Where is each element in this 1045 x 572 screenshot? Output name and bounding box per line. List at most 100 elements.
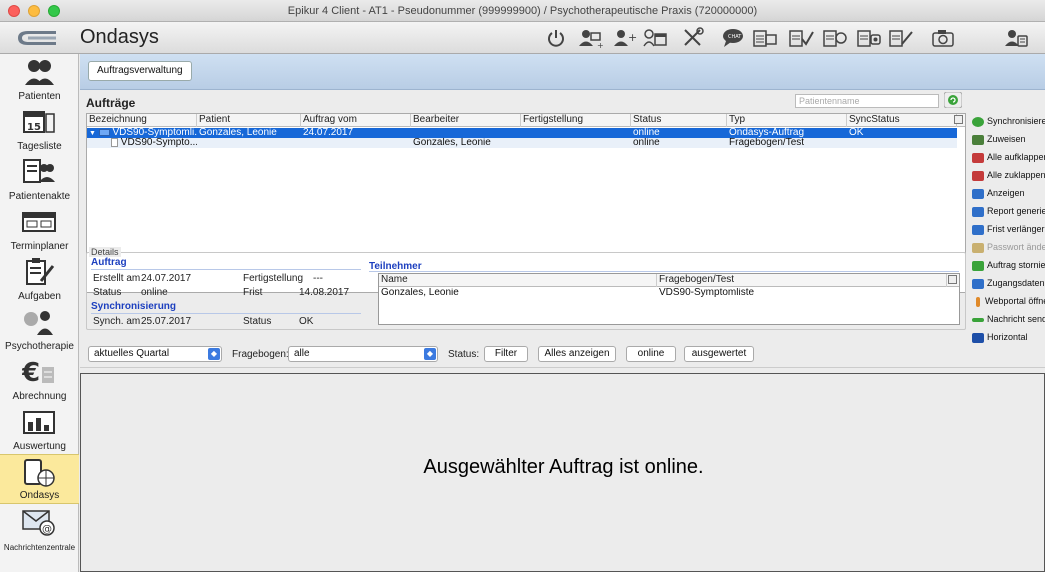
column-header[interactable]: Fertigstellung (521, 114, 631, 127)
sidebar-item-abrechnung[interactable]: € Abrechnung (0, 354, 79, 404)
action-label: Zuweisen (987, 134, 1026, 144)
chat-icon[interactable]: CHAT (720, 27, 746, 49)
calendar-list-icon[interactable] (752, 27, 778, 49)
evaluated-filter-button[interactable]: ausgewertet (684, 346, 754, 362)
svg-text:+: + (628, 31, 637, 44)
message-center-icon: @ (22, 510, 55, 536)
cancel-order-button[interactable]: Auftrag stornieren (970, 257, 1045, 273)
sidebar-item-patientenakte[interactable]: Patientenakte (0, 154, 79, 204)
show-all-button[interactable]: Alles anzeigen (538, 346, 616, 362)
change-password-button[interactable]: Passwort ändern (970, 239, 1045, 255)
sidebar-item-label: Patientenakte (8, 191, 71, 202)
action-label: Frist verlängern (987, 224, 1045, 234)
camera-icon[interactable] (930, 27, 956, 49)
access-data-button[interactable]: Zugangsdaten (970, 275, 1045, 291)
column-selector-icon[interactable] (954, 115, 963, 124)
online-filter-button[interactable]: online (626, 346, 676, 362)
table-cell (847, 138, 957, 148)
table-row[interactable]: Gonzales, Leonie VDS90-Symptomliste (379, 288, 959, 298)
sidebar-item-label: Patienten (18, 91, 61, 102)
sync-date-value: 25.07.2017 (141, 316, 192, 327)
questionnaire-select[interactable]: alle ◆ (288, 346, 438, 362)
questionnaire-select-value: alle (294, 348, 310, 359)
table-row[interactable]: ▼ VDS90-Symptomli... Gonzales, Leonie 24… (87, 128, 957, 138)
form-phone-icon[interactable] (856, 27, 882, 49)
sidebar-item-nachrichtenzentrale[interactable]: @ Nachrichtenzentrale (0, 504, 79, 554)
column-header[interactable]: SyncStatus (847, 114, 957, 127)
sidebar-item-aufgaben[interactable]: Aufgaben (0, 254, 79, 304)
power-icon[interactable] (543, 27, 569, 49)
column-header[interactable]: Patient (197, 114, 301, 127)
preview-message: Ausgewählter Auftrag ist online. (423, 456, 704, 478)
column-header[interactable]: Typ (727, 114, 847, 127)
user-add-icon[interactable]: + (612, 27, 638, 49)
action-label: Report generieren (987, 206, 1045, 216)
patient-add-icon[interactable]: + (578, 27, 604, 49)
expand-arrow-icon[interactable]: ▼ (89, 130, 96, 137)
user-settings-icon[interactable] (1003, 27, 1029, 49)
extend-deadline-button[interactable]: Frist verlängern (970, 221, 1045, 237)
access-data-icon (972, 278, 984, 289)
action-label: Horizontal (987, 332, 1028, 342)
sidebar-item-label: Tagesliste (17, 141, 62, 152)
send-message-button[interactable]: Nachricht senden (970, 311, 1045, 327)
patient-calendar-icon[interactable] (642, 27, 668, 49)
sidebar-item-label: Abrechnung (12, 391, 67, 402)
period-select[interactable]: aktuelles Quartal ◆ (88, 346, 222, 362)
sidebar-item-psychotherapie[interactable]: Psychotherapie (0, 304, 79, 354)
action-label: Anzeigen (987, 188, 1025, 198)
action-label: Auftrag stornieren (987, 260, 1045, 270)
column-header[interactable]: Status (631, 114, 727, 127)
window-titlebar: Epikur 4 Client - AT1 - Pseudonummer (99… (0, 0, 1045, 22)
expand-all-button[interactable]: Alle aufklappen (970, 149, 1045, 165)
show-button[interactable]: Anzeigen (970, 185, 1045, 201)
open-webportal-button[interactable]: Webportal öffnen (970, 293, 1045, 309)
window-maximize-button[interactable] (48, 5, 60, 17)
order-name: VDS90-Symptomli... (112, 128, 198, 138)
table-cell: OK (849, 128, 864, 138)
sidebar-item-tagesliste[interactable]: 15 Tagesliste (0, 104, 79, 154)
column-header[interactable]: Bearbeiter (411, 114, 521, 127)
collapse-all-icon (972, 170, 984, 181)
collapse-all-button[interactable]: Alle zuklappen (970, 167, 1045, 183)
filter-button[interactable]: Filter (484, 346, 528, 362)
column-header[interactable]: Name (379, 274, 657, 287)
refresh-icon[interactable] (944, 92, 962, 108)
action-label: Passwort ändern (987, 242, 1045, 252)
form-check-icon[interactable] (788, 27, 814, 49)
table-cell: Gonzales, Leonie (199, 128, 277, 138)
horizontal-layout-button[interactable]: Horizontal (970, 329, 1045, 345)
tab-auftragsverwaltung[interactable]: Auftragsverwaltung (88, 61, 192, 81)
divider (369, 271, 959, 272)
sidebar-item-terminplaner[interactable]: Terminplaner (0, 204, 79, 254)
tasks-icon (26, 258, 55, 285)
tools-icon[interactable] (680, 27, 706, 49)
auftrag-header: Auftrag (91, 257, 127, 268)
psychotherapy-icon (24, 311, 53, 335)
column-header[interactable]: Bezeichnung (87, 114, 197, 127)
sync-status-label: Status (243, 316, 272, 327)
assign-button[interactable]: Zuweisen (970, 131, 1045, 147)
action-panel: Synchronisieren Zuweisen Alle aufklappen… (970, 113, 1045, 373)
column-selector-icon[interactable] (948, 275, 957, 284)
sync-header: Synchronisierung (91, 301, 177, 312)
window-close-button[interactable] (8, 5, 20, 17)
synchronize-button[interactable]: Synchronisieren (970, 113, 1045, 129)
table-row[interactable]: VDS90-Sympto... Gonzales, Leonie online … (87, 138, 957, 148)
participants-table-header: Name Fragebogen/Test (379, 274, 959, 287)
status-value: online (141, 287, 168, 298)
sync-icon (972, 116, 984, 127)
sidebar-item-ondasys[interactable]: Ondasys (0, 454, 79, 504)
sidebar-item-auswertung[interactable]: Auswertung (0, 404, 79, 454)
deadline-label: Frist (243, 287, 263, 298)
form-report-icon[interactable] (822, 27, 848, 49)
generate-report-button[interactable]: Report generieren (970, 203, 1045, 219)
column-header[interactable]: Auftrag vom (301, 114, 411, 127)
deadline-value: 14.08.2017 (299, 287, 350, 298)
sidebar-item-patienten[interactable]: Patienten (0, 54, 79, 104)
patient-search-input[interactable]: Patientenname (795, 94, 939, 108)
form-sign-icon[interactable] (888, 27, 914, 49)
sidebar-item-label: Ondasys (19, 490, 60, 501)
window-minimize-button[interactable] (28, 5, 40, 17)
column-header[interactable]: Fragebogen/Test (657, 274, 947, 287)
